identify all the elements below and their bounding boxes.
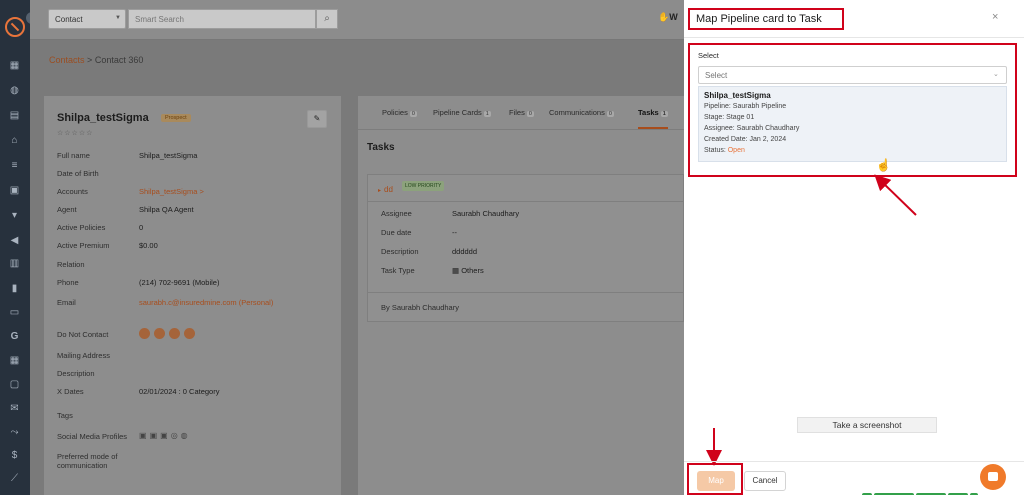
arrow-to-option xyxy=(874,174,917,216)
partial-banner xyxy=(862,490,1007,495)
cancel-button[interactable]: Cancel xyxy=(744,471,786,491)
divider xyxy=(684,461,1024,462)
map-button[interactable]: Map xyxy=(697,471,735,491)
take-screenshot-button[interactable]: Take a screenshot xyxy=(797,417,937,433)
chat-support-icon[interactable] xyxy=(980,464,1006,490)
